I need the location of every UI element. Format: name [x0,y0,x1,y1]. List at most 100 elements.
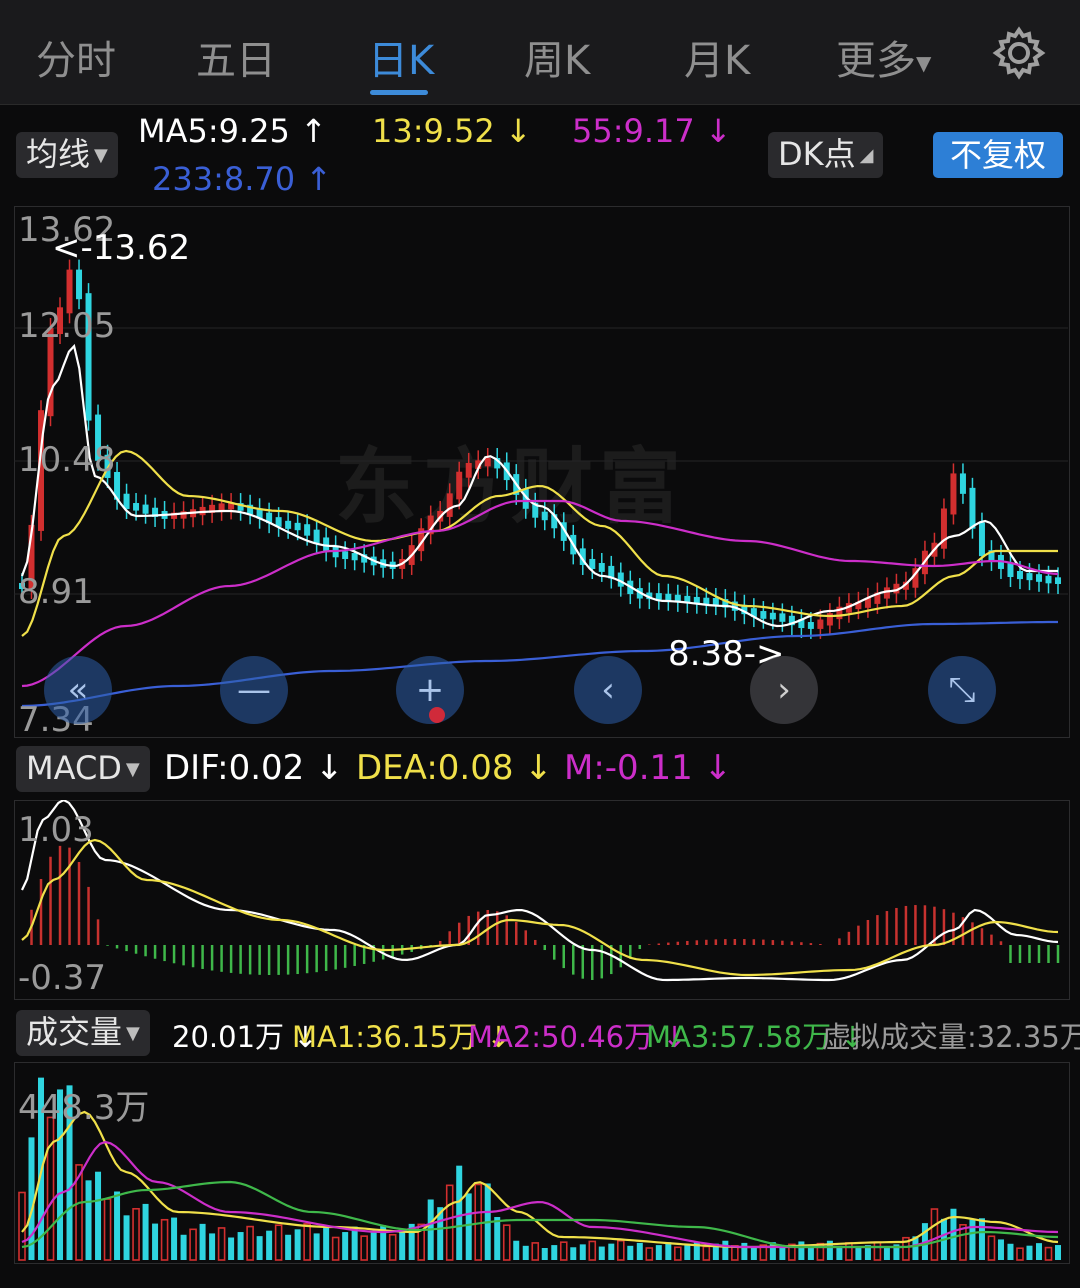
macd-selector[interactable]: MACD ▼ [16,746,150,792]
volume-bar [303,1223,311,1261]
candle-body [807,622,814,629]
volume-bar [114,1191,121,1260]
volume-bar [750,1248,757,1260]
volume-bar [180,1234,187,1260]
volume-bar [636,1242,643,1260]
volume-bar [674,1246,682,1261]
volume-bar [494,1217,501,1260]
volume-bar [95,1171,102,1260]
ma-selector-label: 均线 [26,135,91,173]
volume-bar [598,1246,605,1260]
candle-body [313,529,320,544]
volume-bar [1026,1245,1033,1260]
volume-bar [199,1223,206,1260]
virtual-volume: 虚拟成交量:32.35万 [822,1020,1080,1054]
ma13-value: 13:9.52 ↓ [372,112,532,150]
volume-bar [665,1242,672,1260]
candle-body [285,520,292,529]
caret-down-icon: ▼ [126,1023,140,1044]
volume-bar [627,1245,634,1260]
candle-body [883,587,890,599]
ma55-value: 55:9.17 ↓ [572,112,732,150]
kline-chart[interactable] [14,206,1068,736]
volume-bar [559,1241,568,1261]
dk-point-label: DK点 [778,135,856,173]
volume-bar [684,1244,691,1260]
volume-bar [798,1241,805,1260]
volume-bar [152,1223,159,1260]
candle-body [950,473,957,515]
candle-body [456,471,463,500]
gear-icon[interactable] [992,26,1046,80]
volume-bar [1035,1243,1042,1260]
candle-body [959,473,966,494]
volume-bar [873,1241,882,1261]
volume-y-top: 448.3万 [18,1088,150,1128]
tab-monthly-k[interactable]: 月K [684,28,750,86]
y-tick-label: 12.05 [18,306,116,346]
macd-y-bottom: -0.37 [18,958,106,998]
volume-bar [779,1247,786,1260]
volume-bar [456,1165,463,1260]
volume-bar [987,1235,996,1261]
candle-body [1035,574,1042,582]
candle-body [304,524,311,536]
volume-selector[interactable]: 成交量 ▼ [16,1010,150,1056]
vol-ma2-line [21,1140,1059,1249]
volume-bar [445,1184,454,1261]
tab-intraday[interactable]: 分时 [36,28,116,86]
minus-icon[interactable]: — [220,656,288,724]
candle-body [1045,575,1052,584]
chevron-left-icon[interactable]: ‹ [574,656,642,724]
candle-body [446,493,453,517]
candle-body [969,487,976,529]
candle-body [1007,562,1014,578]
candle-body [351,553,358,561]
y-tick-label: 8.91 [18,572,94,612]
m-value: M:-0.11 ↓ [564,748,733,788]
tab-daily-k[interactable]: 日K [368,28,434,86]
volume-bar [655,1245,662,1260]
dk-point-button[interactable]: DK点 ◢ [768,132,884,178]
macd-selector-label: MACD [26,749,122,787]
ma-selector[interactable]: 均线 ▼ [16,132,118,178]
volume-chart[interactable] [14,1062,1068,1262]
candle-body [760,611,767,619]
volume-bar [266,1230,273,1260]
volume-bar [331,1236,340,1261]
notification-dot [429,707,445,723]
candle-body [76,269,83,300]
candle-body [665,593,672,601]
caret-down-icon: ▼ [94,145,108,166]
vol-ma1-line [21,1110,1059,1249]
volume-bar [722,1240,729,1260]
expand-icon[interactable]: ⤡ [928,656,996,724]
candle-body [133,503,140,511]
volume-bar [217,1227,226,1261]
volume-bar [399,1229,406,1260]
tab-weekly-k[interactable]: 周K [524,28,590,86]
no-adjust-button[interactable]: 不复权 [933,132,1063,178]
caret-down-icon: ▼ [125,759,140,780]
volume-bar [160,1218,169,1261]
volume-bar [579,1244,586,1260]
tab-more[interactable]: 更多▼ [836,28,931,86]
volume-bar [351,1226,358,1260]
volume-bar [930,1208,939,1261]
period-tabs: 分时 五日 日K 周K 月K 更多▼ [0,0,1080,105]
candle-body [142,504,149,514]
volume-bar [171,1217,178,1260]
candle-body [465,462,472,478]
double-left-icon[interactable]: « [44,656,112,724]
volume-bar [513,1240,520,1260]
volume-bar [883,1247,890,1260]
chevron-right-icon[interactable]: › [750,656,818,724]
tab-more-label: 更多 [836,38,916,84]
volume-bar [256,1236,263,1260]
tab-five-day[interactable]: 五日 [196,28,276,86]
volume-bar [997,1239,1004,1260]
macd-chart[interactable] [14,800,1068,998]
candle-body [541,511,548,521]
volume-bar [274,1224,283,1261]
candle-body [484,458,491,467]
